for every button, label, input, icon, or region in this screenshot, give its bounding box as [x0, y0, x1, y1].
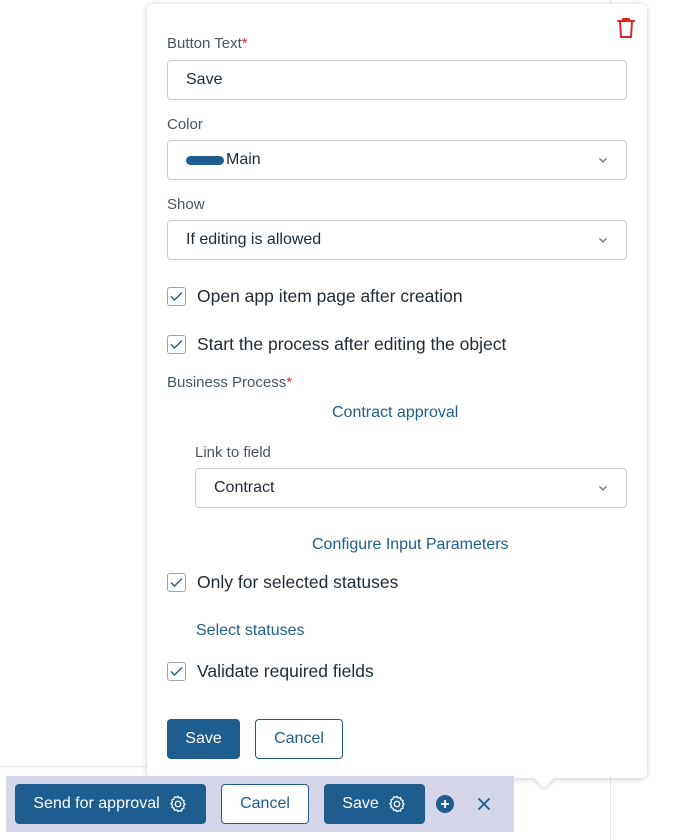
show-select[interactable]: If editing is allowed — [167, 220, 627, 260]
open-page-checkbox[interactable] — [167, 287, 186, 306]
required-mark: * — [286, 374, 293, 391]
close-icon[interactable] — [475, 795, 493, 813]
chevron-down-icon — [599, 486, 607, 491]
open-page-checkbox-label: Open app item page after creation — [197, 286, 463, 306]
required-mark: * — [241, 35, 248, 52]
save-button[interactable]: Save — [167, 719, 240, 759]
selected-statuses-checkbox-row[interactable]: Only for selected statuses — [167, 572, 398, 593]
chevron-down-icon — [599, 238, 607, 243]
check-icon — [170, 667, 183, 676]
selected-statuses-checkbox[interactable] — [167, 573, 186, 592]
gear-icon[interactable] — [387, 794, 407, 814]
cancel-button[interactable]: Cancel — [255, 719, 343, 759]
color-value: Main — [226, 151, 261, 168]
validate-checkbox-row[interactable]: Validate required fields — [167, 661, 374, 682]
color-label: Color — [167, 116, 203, 133]
check-icon — [170, 340, 183, 349]
select-statuses-link[interactable]: Select statuses — [196, 622, 305, 640]
button-settings-popover: Button Text* Save Color Main Show If edi… — [147, 4, 647, 788]
send-for-approval-button[interactable]: Send for approval — [15, 784, 206, 824]
show-label: Show — [167, 196, 205, 213]
start-process-checkbox-label: Start the process after editing the obje… — [197, 334, 507, 354]
popover-arrow — [534, 768, 554, 788]
form-toolbar: Send for approval Cancel Save — [6, 776, 514, 832]
business-process-label: Business Process* — [167, 374, 292, 391]
toolbar-save-button[interactable]: Save — [324, 784, 425, 824]
link-to-field-label: Link to field — [195, 444, 271, 461]
background-divider — [0, 766, 148, 767]
button-text-label: Button Text* — [167, 35, 248, 52]
business-process-link[interactable]: Contract approval — [332, 404, 458, 422]
page: Button Text* Save Color Main Show If edi… — [0, 0, 676, 840]
trash-icon[interactable] — [615, 16, 637, 40]
plus-icon — [441, 800, 449, 808]
business-process-label-text: Business Process — [167, 374, 287, 391]
send-for-approval-label: Send for approval — [33, 795, 160, 812]
toolbar-save-label: Save — [342, 795, 379, 812]
color-select[interactable]: Main — [167, 140, 627, 180]
start-process-checkbox[interactable] — [167, 335, 186, 354]
button-text-label-text: Button Text — [167, 35, 242, 52]
show-value: If editing is allowed — [186, 231, 322, 248]
gear-icon[interactable] — [168, 794, 188, 814]
configure-input-parameters-link[interactable]: Configure Input Parameters — [312, 536, 509, 554]
button-text-input[interactable]: Save — [167, 60, 627, 100]
button-text-value: Save — [186, 71, 223, 88]
validate-checkbox-label: Validate required fields — [197, 661, 374, 681]
link-to-field-value: Contract — [214, 479, 275, 496]
toolbar-cancel-button[interactable]: Cancel — [221, 784, 309, 824]
add-button-icon[interactable] — [436, 795, 454, 813]
check-icon — [170, 578, 183, 587]
check-icon — [170, 292, 183, 301]
validate-checkbox[interactable] — [167, 662, 186, 681]
color-swatch — [186, 155, 224, 165]
link-to-field-select[interactable]: Contract — [195, 468, 627, 508]
chevron-down-icon — [599, 158, 607, 163]
start-process-checkbox-row[interactable]: Start the process after editing the obje… — [167, 334, 506, 355]
open-page-checkbox-row[interactable]: Open app item page after creation — [167, 286, 463, 307]
selected-statuses-checkbox-label: Only for selected statuses — [197, 572, 399, 592]
